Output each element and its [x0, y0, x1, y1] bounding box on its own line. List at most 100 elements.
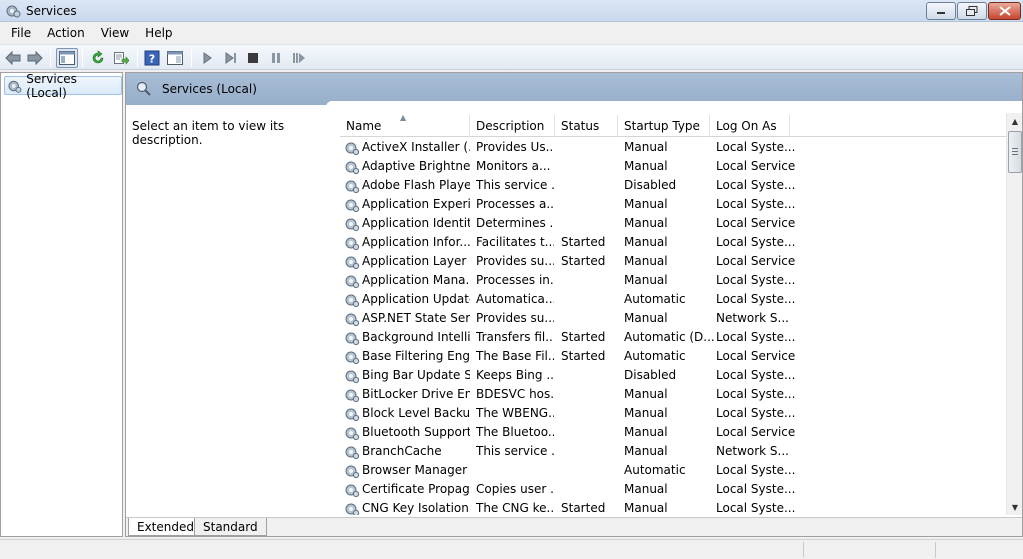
help-button[interactable]: ?	[141, 48, 163, 68]
back-button[interactable]	[2, 48, 24, 68]
service-gear-icon	[345, 256, 360, 270]
service-log-on-as: Local Syste...	[716, 235, 796, 249]
header-notch	[326, 101, 1022, 107]
export-list-button[interactable]	[110, 48, 132, 68]
service-gear-icon	[345, 389, 360, 403]
minimize-icon	[937, 12, 945, 14]
service-log-on-as: Local Service	[716, 216, 796, 230]
table-row[interactable]: Certificate Propag... Copies user ... Manu…	[340, 480, 1006, 499]
service-log-on-as: Local Syste...	[716, 330, 796, 344]
title-bar[interactable]: Services	[0, 0, 1023, 22]
service-startup-type: Disabled	[624, 178, 677, 192]
stop-service-button[interactable]	[242, 48, 264, 68]
service-description: The WBENG...	[476, 406, 554, 420]
service-name: Base Filtering Engi...	[362, 349, 470, 363]
service-gear-icon	[345, 294, 360, 308]
table-row[interactable]: Block Level Backu... The WBENG... Manual Lo…	[340, 404, 1006, 423]
table-row[interactable]: Bing Bar Update S... Keeps Bing ... Disabl…	[340, 366, 1006, 385]
services-list[interactable]: Name ▲ Description Status Startup Type L…	[340, 113, 1006, 515]
tab-extended[interactable]: Extended	[128, 518, 203, 536]
table-row[interactable]: Application Infor... Facilitates t... Star…	[340, 233, 1006, 252]
service-startup-type: Manual	[624, 311, 668, 325]
forward-button[interactable]	[24, 48, 46, 68]
properties-pane-button[interactable]	[164, 48, 186, 68]
service-startup-type: Manual	[624, 406, 668, 420]
table-row[interactable]: ASP.NET State Ser... Provides su... Manual…	[340, 309, 1006, 328]
service-log-on-as: Local Service	[716, 425, 796, 439]
start-alt-service-button[interactable]	[219, 48, 241, 68]
refresh-button[interactable]	[87, 48, 109, 68]
close-button[interactable]	[988, 2, 1021, 20]
table-row[interactable]: Browser Manager Automatic Local Syste...	[340, 461, 1006, 480]
column-header-row: Name ▲ Description Status Startup Type L…	[340, 113, 1006, 137]
table-row[interactable]: Application Experi... Processes a... Manua…	[340, 195, 1006, 214]
service-description: Monitors a...	[476, 159, 551, 173]
service-description: Provides Us...	[476, 140, 554, 154]
table-row[interactable]: Application Layer ... Provides su... Start…	[340, 252, 1006, 271]
minimize-button[interactable]	[926, 2, 956, 20]
pause-service-button[interactable]	[265, 48, 287, 68]
resume-service-button[interactable]	[288, 48, 310, 68]
service-startup-type: Automatic (D...	[624, 330, 714, 344]
service-log-on-as: Local Syste...	[716, 406, 796, 420]
service-startup-type: Manual	[624, 216, 668, 230]
column-header-description[interactable]: Description	[470, 115, 555, 137]
pause-service-icon	[272, 53, 280, 63]
view-tabs: Extended Standard	[126, 517, 1022, 536]
column-header-startup-type[interactable]: Startup Type	[618, 115, 710, 137]
tab-standard[interactable]: Standard	[194, 518, 267, 536]
table-row[interactable]: Base Filtering Engi... The Base Fil... Sta…	[340, 347, 1006, 366]
scroll-thumb[interactable]	[1008, 131, 1022, 173]
menu-view[interactable]: View	[93, 24, 137, 42]
vertical-scrollbar[interactable]: ▲ ▼	[1006, 113, 1022, 515]
scroll-up-arrow-icon[interactable]: ▲	[1007, 113, 1023, 129]
table-row[interactable]: CNG Key Isolation The CNG ke... Started Man…	[340, 499, 1006, 515]
show-hide-console-tree-icon	[59, 51, 75, 65]
service-name: BranchCache	[362, 444, 442, 458]
table-row[interactable]: Bluetooth Support... The Bluetoo... Manual…	[340, 423, 1006, 442]
column-header-name[interactable]: Name ▲	[340, 113, 470, 137]
restore-button[interactable]	[957, 2, 987, 20]
close-icon	[998, 6, 1011, 16]
table-row[interactable]: Adaptive Brightness Monitors a... Manual Lo…	[340, 157, 1006, 176]
table-row[interactable]: BitLocker Drive En... BDESVC hos... Manual…	[340, 385, 1006, 404]
start-service-button[interactable]	[196, 48, 218, 68]
column-header-status[interactable]: Status	[555, 115, 618, 137]
service-startup-type: Manual	[624, 140, 668, 154]
service-status: Started	[561, 501, 606, 515]
menu-help[interactable]: Help	[137, 24, 180, 42]
table-row[interactable]: Background Intelli... Transfers fil... Sta…	[340, 328, 1006, 347]
table-row[interactable]: BranchCache This service ... Manual Network…	[340, 442, 1006, 461]
service-log-on-as: Local Syste...	[716, 482, 796, 496]
refresh-icon	[92, 50, 104, 64]
menu-action[interactable]: Action	[39, 24, 93, 42]
status-panel	[803, 542, 935, 558]
table-row[interactable]: Application Identity Determines ... Manual…	[340, 214, 1006, 233]
svg-text:?: ?	[149, 53, 155, 66]
column-header-log-on-as[interactable]: Log On As	[710, 115, 790, 137]
service-name: Adobe Flash Playe...	[362, 178, 470, 192]
status-bar	[0, 539, 1023, 559]
service-gear-icon	[345, 332, 360, 346]
service-log-on-as: Local Service	[716, 254, 796, 268]
export-list-icon	[114, 52, 129, 65]
table-row[interactable]: ActiveX Installer (... Provides Us... Manu…	[340, 138, 1006, 157]
service-name: Application Layer ...	[362, 254, 470, 268]
service-startup-type: Manual	[624, 425, 668, 439]
scroll-down-arrow-icon[interactable]: ▼	[1007, 499, 1023, 515]
service-description: Keeps Bing ...	[476, 368, 554, 382]
service-name: Bing Bar Update S...	[362, 368, 470, 382]
scroll-grip	[1012, 154, 1018, 155]
menu-file[interactable]: File	[3, 24, 39, 42]
service-log-on-as: Local Syste...	[716, 501, 796, 515]
menu-bar: File Action View Help	[0, 22, 1023, 44]
table-row[interactable]: Application Mana... Processes in... Manual…	[340, 271, 1006, 290]
show-hide-console-tree-button[interactable]	[56, 48, 78, 68]
table-row[interactable]: Application Updater Automatica... Automati…	[340, 290, 1006, 309]
toolbar: ?	[0, 44, 1023, 70]
tree-node-services-local[interactable]: Services (Local)	[4, 72, 122, 100]
main-pane: Services (Local) Select an item to view …	[125, 72, 1023, 537]
service-log-on-as: Local Syste...	[716, 197, 796, 211]
service-log-on-as: Local Service	[716, 159, 796, 173]
table-row[interactable]: Adobe Flash Playe... This service ... Disa…	[340, 176, 1006, 195]
